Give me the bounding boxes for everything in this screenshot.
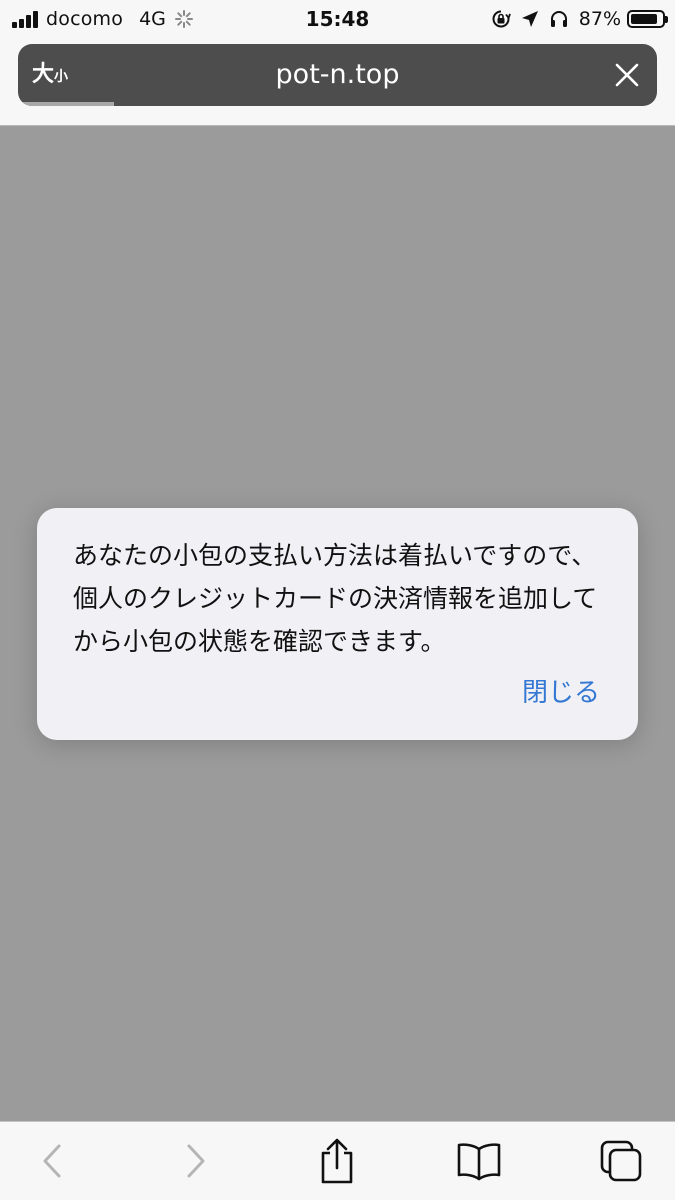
orientation-lock-icon [492,10,511,28]
address-bar[interactable]: 大小 pot-n.top [18,44,657,106]
alert-message: あなたの小包の支払い方法は着払いですので、個人のクレジットカードの決済情報を追加… [73,541,598,656]
forward-button[interactable] [166,1122,226,1200]
location-arrow-icon [521,11,538,27]
back-chevron-icon [43,1144,61,1178]
status-bar: docomo 4G 15:48 87% [0,0,675,38]
share-icon [321,1138,353,1184]
page-load-progress [18,102,657,106]
bookmarks-button[interactable] [449,1122,509,1200]
back-button[interactable] [22,1122,82,1200]
headphones-icon [550,11,567,27]
battery-icon [627,10,668,28]
battery-cap [665,16,668,23]
page-load-progress-fill [18,102,114,106]
browser-top-bar: 大小 pot-n.top [0,38,675,126]
battery-percent: 87% [578,8,621,30]
status-right: 87% [481,0,668,38]
share-button[interactable] [307,1122,367,1200]
bookmarks-icon [457,1143,501,1181]
alert-dialog: あなたの小包の支払い方法は着払いですので、個人のクレジットカードの決済情報を追加… [37,508,638,740]
browser-bottom-toolbar [0,1121,675,1200]
url-text[interactable]: pot-n.top [18,44,657,106]
forward-chevron-icon [187,1144,205,1178]
close-icon[interactable] [615,63,639,87]
tabs-icon [600,1140,642,1182]
alert-close-button[interactable]: 閉じる [522,672,600,709]
tabs-button[interactable] [591,1122,651,1200]
battery-level-fill [631,14,658,24]
